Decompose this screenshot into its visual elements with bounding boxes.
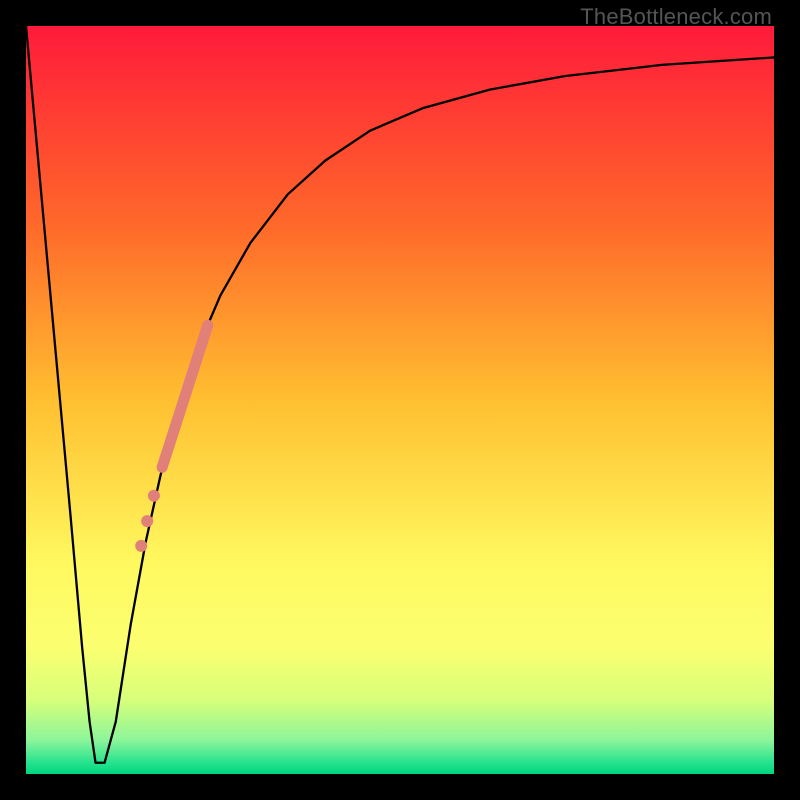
dot-2 [141,515,153,527]
dot-1 [148,490,160,502]
chart-svg [26,26,774,774]
dot-3 [135,540,147,552]
gradient-background [26,26,774,774]
plot-area [26,26,774,774]
chart-container: TheBottleneck.com [0,0,800,800]
